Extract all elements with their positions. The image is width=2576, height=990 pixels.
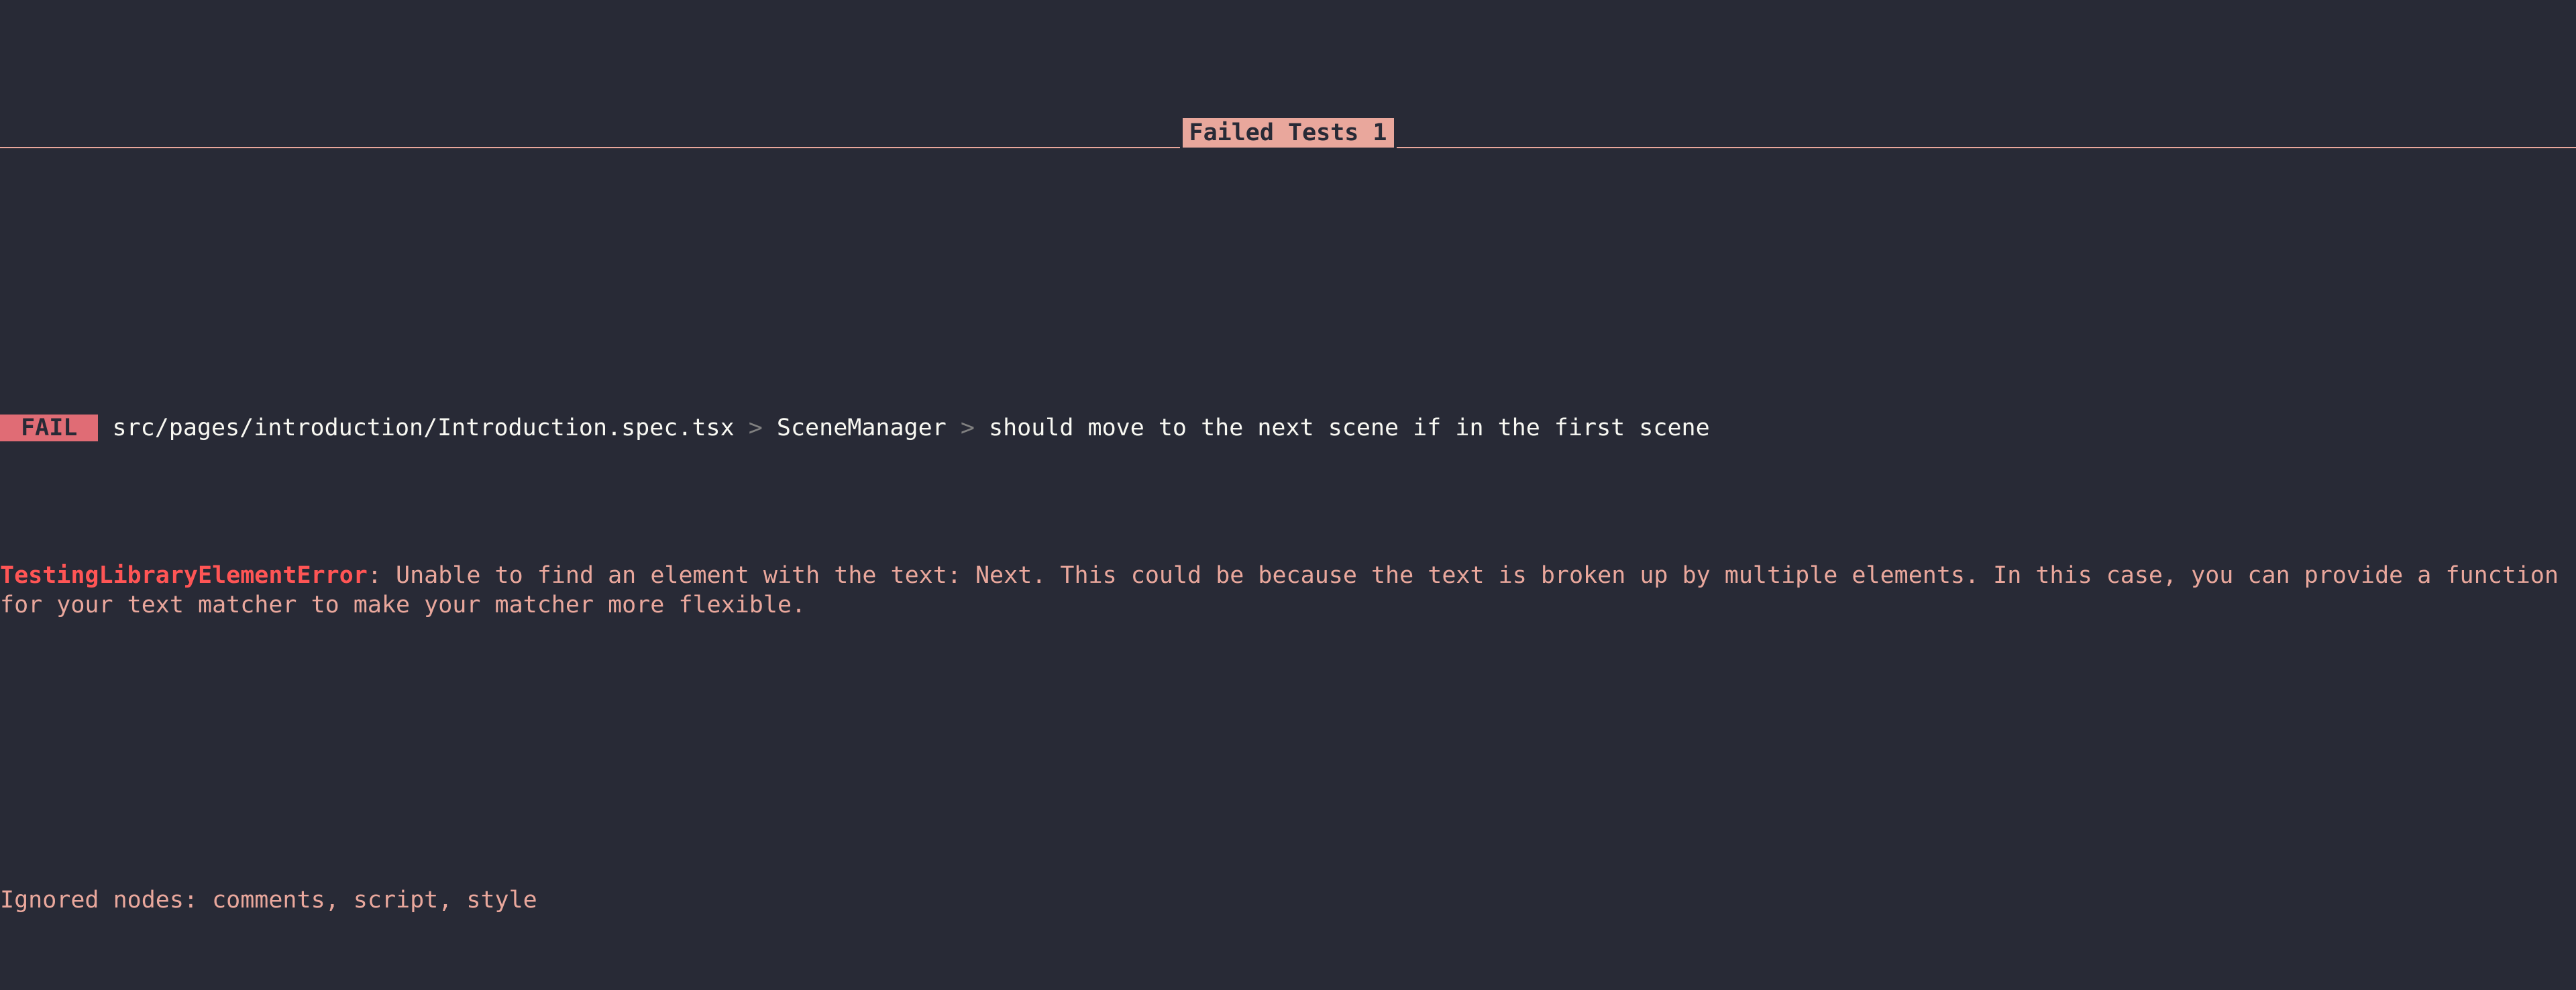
error-line: TestingLibraryElementError: Unable to fi… bbox=[0, 561, 2576, 620]
test-name: should move to the next scene if in the … bbox=[989, 415, 1710, 441]
failed-tests-header: Failed Tests 1 bbox=[0, 118, 2576, 148]
terminal-output: Failed Tests 1 FAIL src/pages/introducti… bbox=[0, 0, 2576, 990]
ignored-nodes: Ignored nodes: comments, script, style bbox=[0, 885, 2576, 915]
separator: > bbox=[735, 415, 777, 441]
fail-badge: FAIL bbox=[0, 415, 98, 441]
blank-line bbox=[0, 738, 2576, 767]
error-colon: : bbox=[368, 562, 396, 589]
separator: > bbox=[947, 415, 989, 441]
test-file-path: src/pages/introduction/Introduction.spec… bbox=[113, 415, 735, 441]
error-type: TestingLibraryElementError bbox=[0, 562, 368, 589]
failed-tests-label: Failed Tests 1 bbox=[1183, 118, 1394, 148]
suite-name: SceneManager bbox=[777, 415, 947, 441]
blank-line bbox=[0, 266, 2576, 295]
fail-line: FAIL src/pages/introduction/Introduction… bbox=[0, 413, 2576, 443]
